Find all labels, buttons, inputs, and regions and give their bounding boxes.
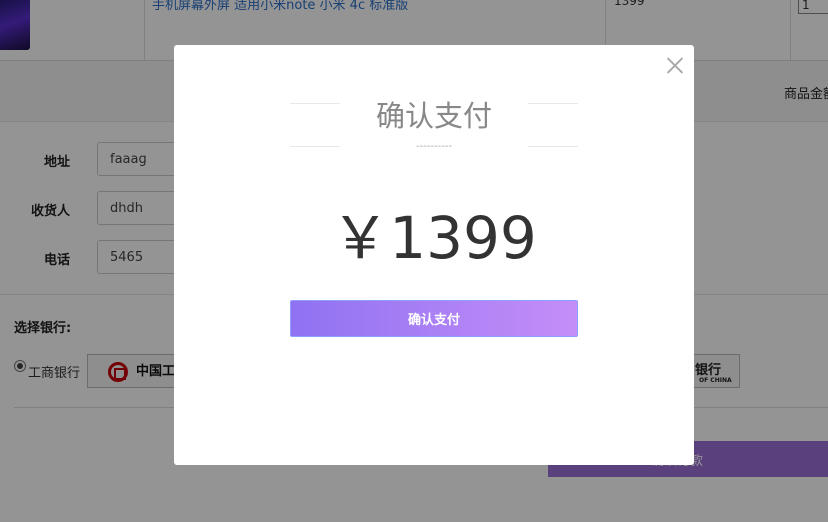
payment-modal: 确认支付 ---------- ￥1399 确认支付 — [174, 45, 694, 465]
modal-title: 确认支付 — [375, 99, 492, 133]
title-dashes: ---------- — [415, 141, 453, 152]
close-icon[interactable] — [665, 55, 685, 75]
payment-amount: ￥1399 — [331, 204, 537, 272]
confirm-payment-button[interactable]: 确认支付 — [290, 300, 578, 337]
